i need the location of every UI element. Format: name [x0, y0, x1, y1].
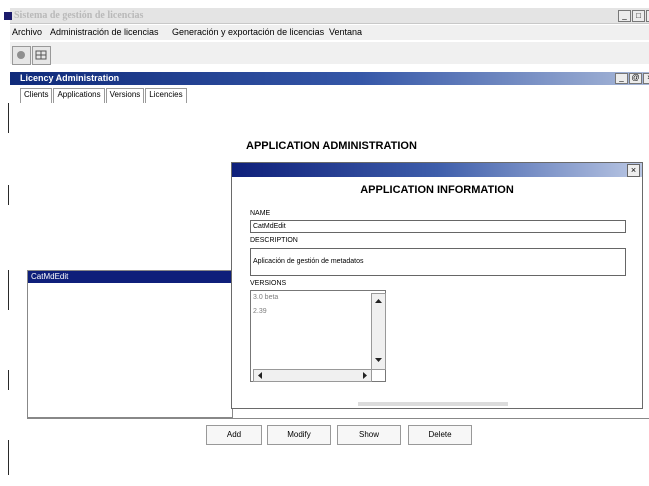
name-field[interactable]: CatMdEdit	[250, 220, 626, 233]
grid-icon	[35, 50, 47, 60]
tab-applications[interactable]: Applications	[53, 88, 105, 103]
dialog-close-button[interactable]: ×	[627, 164, 640, 177]
maximize-button[interactable]: □	[632, 10, 645, 22]
menu-archivo[interactable]: Archivo	[12, 27, 42, 37]
tab-clients[interactable]: Clients	[20, 88, 53, 103]
circle-icon	[17, 51, 25, 59]
tab-versions[interactable]: Versions	[105, 88, 145, 103]
menu-ventana[interactable]: Ventana	[329, 27, 362, 37]
left-border-segment	[8, 270, 9, 310]
modify-button[interactable]: Modify	[267, 425, 331, 445]
left-border-segment	[8, 370, 9, 390]
menu-generacion[interactable]: Generación y exportación de licencias	[172, 27, 324, 37]
delete-button[interactable]: Delete	[408, 425, 472, 445]
inner-close-button[interactable]: ×	[643, 73, 649, 84]
vertical-scrollbar[interactable]	[371, 293, 386, 370]
left-border-segment	[8, 440, 9, 475]
versions-list[interactable]: 3.0 beta 2.39	[250, 290, 386, 382]
description-label: DESCRIPTION	[250, 237, 298, 244]
menu-bar: Archivo Administración de licencias Gene…	[10, 25, 649, 40]
application-info-dialog: × APPLICATION INFORMATION NAME CatMdEdit…	[231, 162, 643, 409]
grid-button[interactable]	[32, 46, 51, 65]
show-button[interactable]: Show	[337, 425, 401, 445]
name-label: NAME	[250, 210, 271, 217]
horizontal-scrollbar[interactable]	[253, 369, 372, 382]
inner-minimize-button[interactable]: _	[615, 73, 628, 84]
add-button[interactable]: Add	[206, 425, 262, 445]
app-icon	[4, 12, 12, 20]
left-border-segment	[8, 103, 9, 133]
left-border-segment	[8, 185, 9, 205]
description-field[interactable]: Aplicación de gestión de metadatos	[250, 248, 626, 276]
inner-restore-button[interactable]: @	[629, 73, 642, 84]
versions-label: VERSIONS	[250, 280, 287, 287]
version-item[interactable]: 3.0 beta	[253, 294, 278, 301]
menu-administracion[interactable]: Administración de licencias	[50, 27, 159, 37]
list-item-selected[interactable]: CatMdEdit	[28, 271, 235, 283]
record-button[interactable]	[12, 46, 31, 65]
applications-list[interactable]: CatMdEdit	[27, 270, 235, 418]
dialog-title: APPLICATION INFORMATION	[360, 184, 514, 196]
minimize-button[interactable]: _	[618, 10, 631, 22]
page-heading: APPLICATION ADMINISTRATION	[246, 140, 417, 152]
dialog-shadow	[358, 402, 508, 406]
version-item[interactable]: 2.39	[253, 308, 267, 315]
dialog-titlebar: ×	[232, 163, 642, 177]
tab-strip: Clients Applications Versions Licencies	[20, 88, 188, 103]
tab-licencies[interactable]: Licencies	[145, 88, 187, 103]
app-titlebar: Sistema de gestión de licencias _ □ ×	[4, 8, 649, 24]
toolbar	[10, 42, 649, 65]
inner-window-title: Licency Administration	[20, 73, 120, 83]
scroll-arrows-icon	[258, 372, 367, 379]
app-title: Sistema de gestión de licencias	[14, 10, 144, 21]
panel-divider	[27, 418, 649, 419]
inner-window-titlebar: Licency Administration _ @ ×	[10, 72, 649, 85]
scroll-arrows-icon	[375, 299, 382, 362]
